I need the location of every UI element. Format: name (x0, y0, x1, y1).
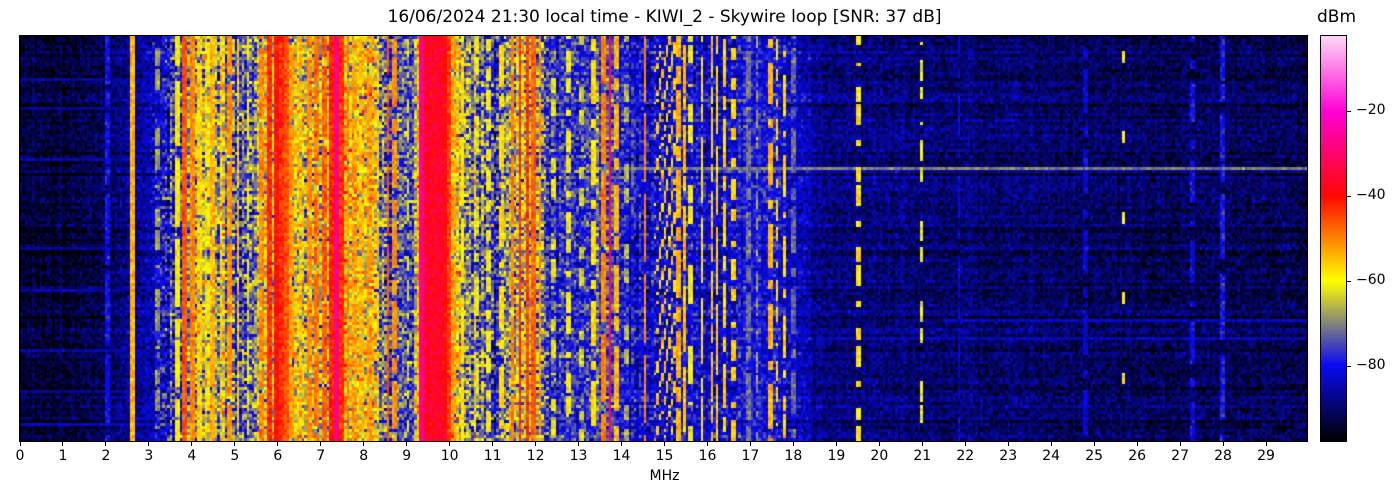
colorbar-tick-label: −40 (1356, 187, 1386, 204)
x-tick-label: 6 (273, 448, 283, 464)
x-tick-mark (1050, 442, 1052, 446)
spectrogram-figure: 16/06/2024 21:30 local time - KIWI_2 - S… (0, 0, 1400, 500)
x-tick-mark (664, 442, 665, 446)
x-tick-label: 29 (1257, 448, 1275, 464)
x-tick-label: 18 (784, 448, 803, 464)
x-tick-label: 12 (526, 448, 545, 464)
x-tick-mark (363, 442, 365, 446)
colorbar-tick-mark (1347, 196, 1351, 198)
x-tick-mark (706, 442, 708, 446)
waterfall-plot-area (19, 35, 1308, 442)
x-tick-mark (878, 442, 880, 446)
waterfall-canvas (20, 36, 1307, 441)
x-tick-mark (835, 442, 837, 446)
colorbar (1320, 35, 1347, 442)
colorbar-tick-label: −80 (1356, 356, 1386, 373)
x-tick-label: 3 (144, 448, 154, 464)
x-tick-mark (234, 442, 236, 446)
x-tick-mark (449, 442, 451, 446)
x-tick-mark (62, 442, 64, 446)
x-tick-label: 10 (440, 448, 459, 464)
colorbar-tick-mark (1347, 111, 1351, 113)
x-tick-label: 11 (483, 448, 502, 464)
x-tick-label: 0 (15, 448, 25, 464)
x-tick-mark (1179, 442, 1181, 446)
x-tick-label: 16 (698, 448, 717, 464)
x-tick-label: 4 (187, 448, 197, 464)
x-tick-label: 13 (569, 448, 588, 464)
x-tick-label: 9 (402, 448, 412, 464)
x-tick-label: 1 (58, 448, 68, 464)
x-tick-mark (921, 442, 923, 446)
x-tick-mark (578, 442, 580, 446)
colorbar-tick-label: −60 (1356, 272, 1386, 289)
x-tick-label: 19 (827, 448, 846, 464)
x-tick-mark (1136, 442, 1138, 446)
x-tick-label: 15 (655, 448, 674, 464)
colorbar-label: dBm (1317, 7, 1357, 27)
x-tick-mark (320, 442, 322, 446)
x-axis-label: MHz (649, 468, 680, 484)
x-tick-label: 26 (1128, 448, 1147, 464)
x-tick-mark (277, 442, 279, 446)
x-tick-label: 24 (1042, 448, 1061, 464)
x-tick-mark (749, 442, 751, 446)
x-tick-label: 27 (1171, 448, 1190, 464)
x-tick-mark (406, 442, 408, 446)
x-tick-label: 5 (230, 448, 240, 464)
x-tick-mark (148, 442, 150, 446)
x-tick-label: 20 (870, 448, 889, 464)
x-tick-label: 8 (359, 448, 369, 464)
x-tick-mark (191, 442, 193, 446)
x-tick-label: 25 (1085, 448, 1104, 464)
x-tick-mark (105, 442, 107, 446)
x-tick-mark (1007, 442, 1009, 446)
x-tick-label: 2 (101, 448, 111, 464)
x-tick-mark (535, 442, 537, 446)
x-tick-label: 17 (741, 448, 760, 464)
x-tick-label: 7 (316, 448, 326, 464)
x-tick-mark (1093, 442, 1095, 446)
colorbar-tick-label: −20 (1356, 102, 1386, 119)
x-tick-label: 21 (913, 448, 932, 464)
x-tick-mark (792, 442, 794, 446)
x-tick-mark (621, 442, 623, 446)
x-tick-mark (964, 442, 966, 446)
colorbar-tick-mark (1347, 365, 1351, 367)
chart-title: 16/06/2024 21:30 local time - KIWI_2 - S… (387, 7, 942, 27)
x-tick-label: 14 (612, 448, 631, 464)
x-tick-label: 23 (999, 448, 1018, 464)
x-tick-label: 22 (956, 448, 975, 464)
x-tick-label: 28 (1214, 448, 1232, 464)
x-tick-mark (19, 442, 21, 446)
x-tick-mark (492, 442, 494, 446)
colorbar-tick-mark (1347, 280, 1351, 282)
x-tick-mark (1222, 442, 1224, 446)
x-tick-mark (1265, 442, 1267, 446)
